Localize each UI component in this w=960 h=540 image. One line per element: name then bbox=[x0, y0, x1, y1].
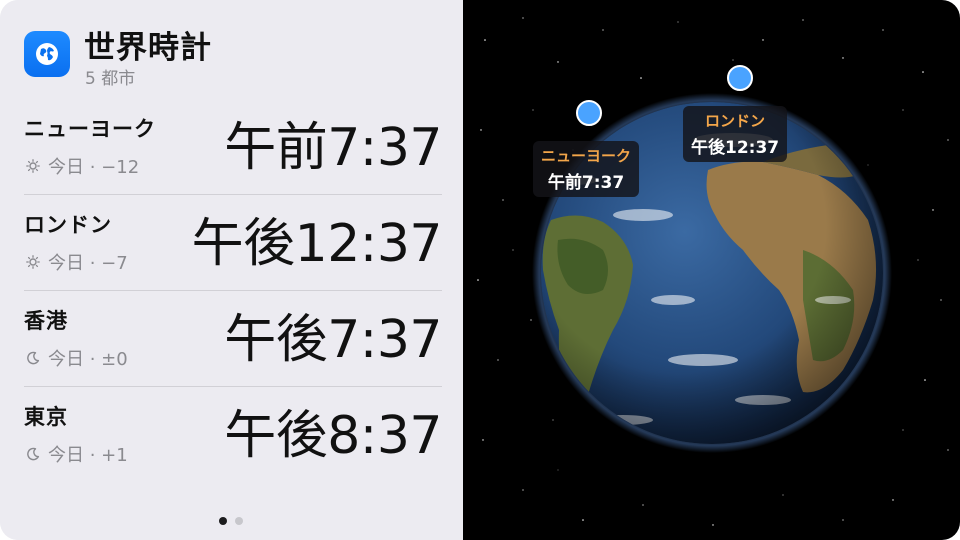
label-city: ロンドン bbox=[705, 112, 766, 130]
city-name: ロンドン bbox=[24, 213, 112, 237]
day-offset: 今日 · −12 bbox=[24, 153, 139, 179]
clock-row-hong-kong[interactable]: 香港 今日 · ±0 午後7:37 bbox=[24, 291, 442, 387]
offset-text: 今日 · −12 bbox=[48, 157, 140, 178]
sun-icon bbox=[24, 157, 42, 175]
label-time: 午前7:37 bbox=[547, 173, 625, 193]
map-pin-new-york[interactable] bbox=[576, 100, 602, 126]
day-offset: 今日 · +1 bbox=[24, 441, 128, 467]
label-time: 午後12:37 bbox=[691, 138, 780, 158]
offset-text: 今日 · +1 bbox=[48, 445, 128, 466]
page-dot-2[interactable] bbox=[235, 517, 243, 525]
day-offset: 今日 · ±0 bbox=[24, 345, 128, 371]
offset-text: 今日 · ±0 bbox=[48, 349, 128, 370]
moon-icon bbox=[24, 349, 42, 367]
clock-time: 午後8:37 bbox=[224, 406, 442, 466]
moon-icon bbox=[24, 445, 42, 463]
page-dot-1[interactable] bbox=[219, 517, 227, 525]
clock-list-panel: 世界時計 5 都市 ニューヨーク 今日 · −12 午前7:37 ロンドン 今日… bbox=[0, 0, 463, 540]
city-count: 5 都市 bbox=[85, 69, 136, 89]
map-pin-london[interactable] bbox=[727, 65, 753, 91]
city-name: 香港 bbox=[24, 309, 68, 333]
clock-time: 午後7:37 bbox=[224, 310, 442, 370]
globe-panel[interactable]: ニューヨーク 午前7:37 ロンドン 午後12:37 bbox=[463, 0, 960, 540]
page-indicator[interactable] bbox=[219, 517, 243, 525]
globe-scene bbox=[477, 17, 949, 526]
app-icon[interactable] bbox=[24, 31, 70, 77]
app-title: 世界時計 bbox=[84, 30, 212, 66]
clock-time: 午前7:37 bbox=[224, 118, 442, 178]
map-label-london: ロンドン 午後12:37 bbox=[683, 106, 788, 162]
label-city: ニューヨーク bbox=[541, 147, 632, 165]
globe-icon bbox=[36, 43, 58, 65]
clock-row-new-york[interactable]: ニューヨーク 今日 · −12 午前7:37 bbox=[24, 99, 442, 195]
clock-time: 午後12:37 bbox=[191, 214, 443, 274]
day-offset: 今日 · −7 bbox=[24, 249, 128, 275]
map-label-new-york: ニューヨーク 午前7:37 bbox=[533, 141, 640, 197]
sun-icon bbox=[24, 253, 42, 271]
clock-row-tokyo[interactable]: 東京 今日 · +1 午後8:37 bbox=[24, 387, 442, 483]
clock-row-london[interactable]: ロンドン 今日 · −7 午後12:37 bbox=[24, 195, 443, 291]
city-name: 東京 bbox=[24, 405, 68, 429]
offset-text: 今日 · −7 bbox=[48, 253, 128, 274]
world-clock-widget: 世界時計 5 都市 ニューヨーク 今日 · −12 午前7:37 ロンドン 今日… bbox=[0, 0, 960, 540]
city-name: ニューヨーク bbox=[24, 117, 156, 141]
